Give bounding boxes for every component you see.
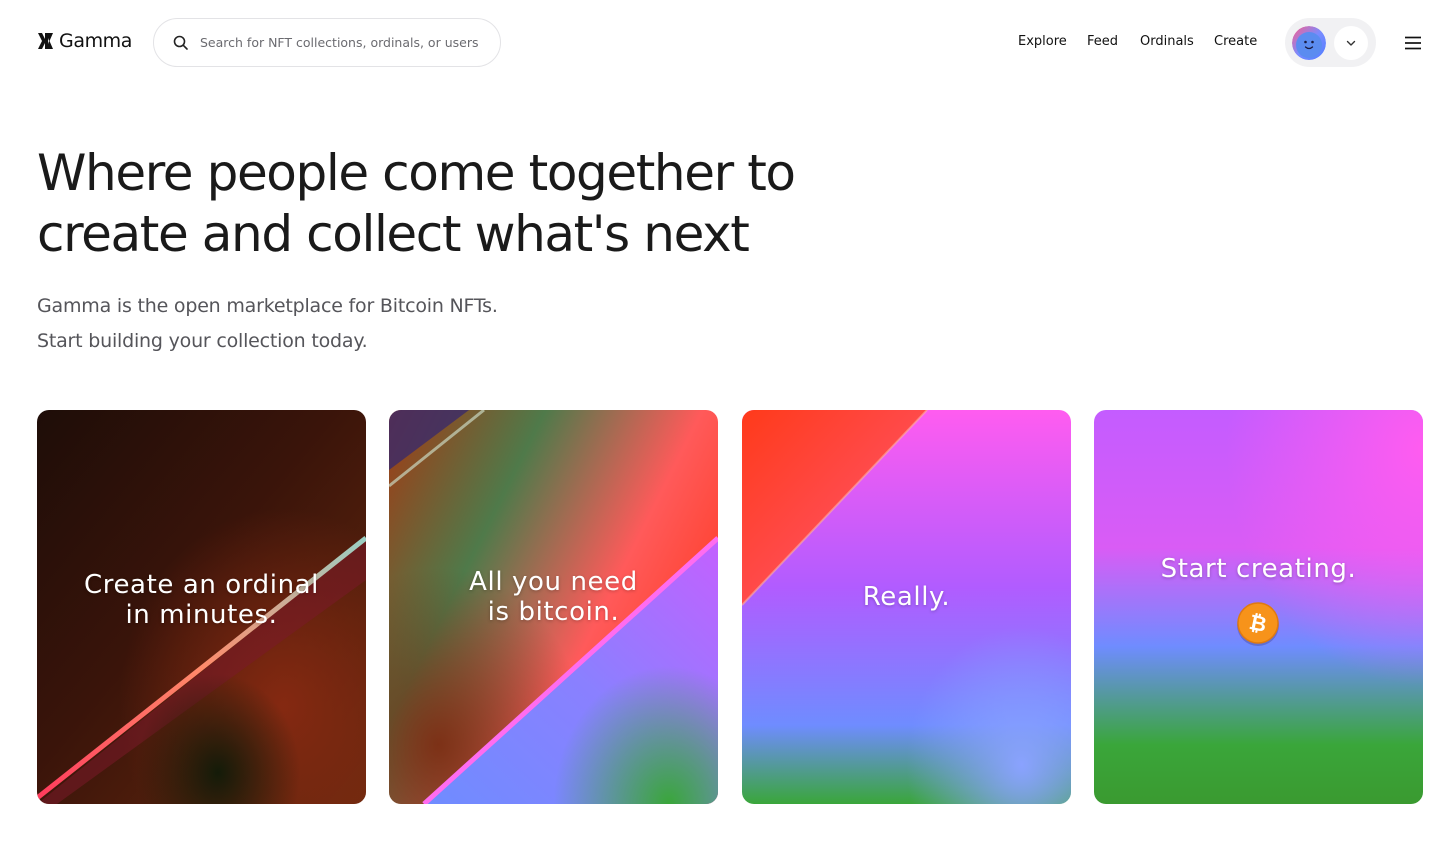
top-navigation-bar: Gamma Explore Feed Ordinals Create [0,0,1456,86]
card-caption: Start creating. [1160,554,1357,584]
nav-feed[interactable]: Feed [1087,34,1118,49]
gamma-logo[interactable]: Gamma [37,30,132,52]
hero-subtitle-line-1: Gamma is the open marketplace for Bitcoi… [37,295,498,317]
hero-headline: Where people come together to create and… [37,143,857,265]
profile-menu-button[interactable] [1285,18,1376,67]
feature-card-really[interactable]: Really. [742,410,1071,804]
feature-card-all-you-need[interactable]: All you need is bitcoin. [389,410,718,804]
search-bar[interactable] [153,18,501,67]
nav-ordinals[interactable]: Ordinals [1140,34,1194,49]
logo-text: Gamma [59,30,133,52]
nav-create[interactable]: Create [1214,34,1257,49]
gamma-logo-icon [38,33,53,49]
card-caption: All you need is bitcoin. [469,567,638,627]
search-input[interactable] [200,35,490,50]
chevron-down-icon [1346,40,1356,46]
hamburger-menu-icon[interactable] [1403,33,1423,53]
feature-card-start-creating[interactable]: Start creating. ₿ [1094,410,1423,804]
hero-subtitle: Gamma is the open marketplace for Bitcoi… [37,289,498,359]
card-caption: Really. [862,582,951,612]
hero-headline-line-2: create and collect what's next [37,205,750,263]
nav-explore[interactable]: Explore [1018,34,1067,49]
hero-subtitle-line-2: Start building your collection today. [37,330,368,352]
hero-headline-line-1: Where people come together to [37,144,796,202]
bitcoin-coin-icon: ₿ [1237,602,1279,646]
avatar[interactable] [1292,25,1326,60]
profile-dropdown-toggle[interactable] [1334,25,1368,60]
search-icon [173,35,188,50]
card-caption: Create an ordinal in minutes. [83,570,320,630]
feature-card-create-ordinal[interactable]: Create an ordinal in minutes. [37,410,366,804]
